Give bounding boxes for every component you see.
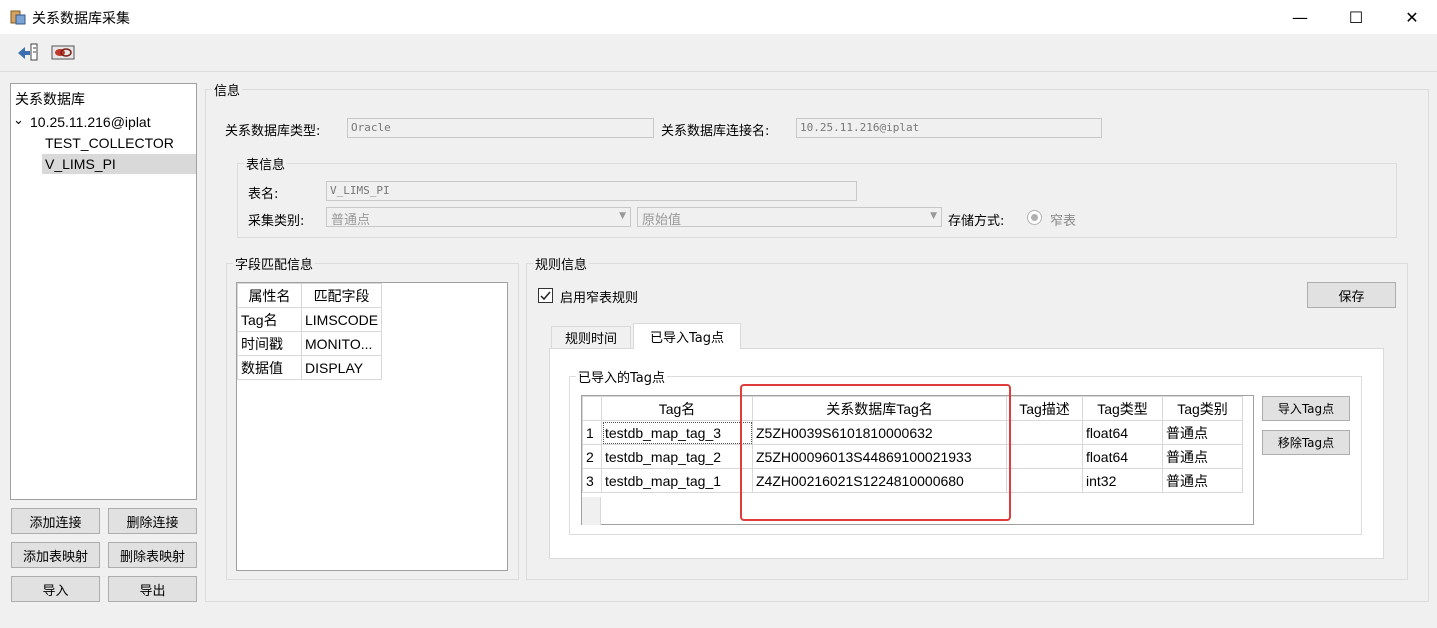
row-number: 3 [582,468,602,493]
enable-label: 启用窄表规则 [560,291,639,306]
tag-name-cell[interactable]: testdb_map_tag_1 [601,468,753,493]
minimize-button[interactable]: — [1272,0,1328,34]
table-name-field: V_LIMS_PI [326,181,857,201]
maximize-button[interactable]: ☐ [1328,0,1384,34]
tree-root[interactable]: 关系数据库 [15,89,85,109]
remove-tags-button[interactable]: 移除Tag点 [1262,430,1350,455]
field-match-table: 属性名 匹配字段 Tag名 LIMSCODE 时间戳 MONITO... 数据值… [237,283,383,380]
imported-tags-table: Tag名 关系数据库Tag名 Tag描述 Tag类型 Tag类别 1 testd… [582,396,1243,493]
table-row[interactable]: 3 testdb_map_tag_1 Z4ZH00216021S12248100… [582,468,1243,493]
storage-value: 窄表 [1050,214,1077,229]
header-tag-name[interactable]: Tag名 [601,396,753,421]
field-header-match[interactable]: 匹配字段 [300,283,383,308]
check-icon [540,291,551,301]
import-tags-button[interactable]: 导入Tag点 [1262,396,1350,421]
field-match-cell[interactable]: DISPLAY [300,355,383,380]
table-row[interactable]: 时间戳 MONITO... [237,331,383,356]
header-tag-desc[interactable]: Tag描述 [1006,396,1083,421]
new-row-marker [582,497,601,525]
collect-type-select[interactable]: 普通点 ▼ [326,207,631,228]
tab-imported-tags[interactable]: 已导入Tag点 [633,323,741,349]
imported-tags-title: 已导入的Tag点 [578,371,666,386]
add-connection-button[interactable]: 添加连接 [11,508,100,534]
storage-label: 存储方式: [948,214,1005,229]
conn-name-label: 关系数据库连接名: [661,124,770,139]
row-number: 1 [582,420,602,445]
table-name-label: 表名: [248,187,279,202]
header-tag-category[interactable]: Tag类别 [1162,396,1243,421]
header-tag-type[interactable]: Tag类型 [1082,396,1163,421]
tree-item-v-lims-pi[interactable]: V_LIMS_PI [45,156,116,172]
row-number-header [582,396,602,421]
imported-tags-table-panel: Tag名 关系数据库Tag名 Tag描述 Tag类型 Tag类别 1 testd… [581,395,1254,525]
rules-title: 规则信息 [535,258,588,273]
table-row[interactable]: 2 testdb_map_tag_2 Z5ZH00096013S44869100… [582,444,1243,469]
tag-name-cell[interactable]: testdb_map_tag_2 [601,444,753,469]
table-row[interactable]: 数据值 DISPLAY [237,355,383,380]
tag-name-cell[interactable]: testdb_map_tag_3 [601,420,753,445]
export-button[interactable]: 导出 [108,576,197,602]
tag-category-cell[interactable]: 普通点 [1162,468,1243,493]
window-title: 关系数据库采集 [32,11,130,27]
collect-type-value: 普通点 [331,213,371,228]
tag-type-cell[interactable]: int32 [1082,468,1163,493]
value-type-select[interactable]: 原始值 ▼ [637,207,942,228]
delete-connection-button[interactable]: 删除连接 [108,508,197,534]
connect-icon[interactable] [50,41,76,63]
enable-checkbox[interactable] [538,288,553,303]
info-group-title: 信息 [214,84,241,99]
toolbar [0,34,1437,72]
header-db-tag-name[interactable]: 关系数据库Tag名 [752,396,1007,421]
table-row[interactable]: Tag名 LIMSCODE [237,307,383,332]
tag-category-cell[interactable]: 普通点 [1162,420,1243,445]
tag-type-cell[interactable]: float64 [1082,444,1163,469]
tag-desc-cell[interactable] [1006,420,1083,445]
chevron-down-icon: ▼ [930,211,937,221]
tag-type-cell[interactable]: float64 [1082,420,1163,445]
import-button[interactable]: 导入 [11,576,100,602]
field-match-title: 字段匹配信息 [235,258,314,273]
table-info-title: 表信息 [246,158,286,173]
collect-type-label: 采集类别: [248,214,305,229]
db-tag-cell[interactable]: Z4ZH00216021S1224810000680 [752,468,1007,493]
conn-name-field: 10.25.11.216@iplat [796,118,1102,138]
chevron-down-icon[interactable]: ⌄ [13,113,24,128]
field-match-cell[interactable]: LIMSCODE [300,307,383,332]
value-type-value: 原始值 [642,213,682,228]
db-type-field: Oracle [347,118,654,138]
field-match-table-panel: 属性名 匹配字段 Tag名 LIMSCODE 时间戳 MONITO... 数据值… [236,282,508,571]
tree-item-test-collector[interactable]: TEST_COLLECTOR [45,135,174,151]
field-attr-cell[interactable]: Tag名 [237,307,302,332]
save-button[interactable]: 保存 [1307,282,1396,308]
close-button[interactable]: ✕ [1384,0,1437,34]
db-tag-cell[interactable]: Z5ZH0039S6101810000632 [752,420,1007,445]
radio-dot-icon [1031,214,1038,221]
db-type-label: 关系数据库类型: [225,124,321,139]
title-bar [0,0,1437,34]
add-table-mapping-button[interactable]: 添加表映射 [11,542,100,568]
delete-table-mapping-button[interactable]: 删除表映射 [108,542,197,568]
chevron-down-icon: ▼ [619,211,626,221]
field-attr-cell[interactable]: 时间戳 [237,331,302,356]
field-attr-cell[interactable]: 数据值 [237,355,302,380]
field-match-cell[interactable]: MONITO... [300,331,383,356]
db-tag-cell[interactable]: Z5ZH00096013S44869100021933 [752,444,1007,469]
tab-rule-time[interactable]: 规则时间 [551,326,631,348]
tag-desc-cell[interactable] [1006,444,1083,469]
field-header-attr[interactable]: 属性名 [237,283,302,308]
tag-category-cell[interactable]: 普通点 [1162,444,1243,469]
tag-desc-cell[interactable] [1006,468,1083,493]
row-number: 2 [582,444,602,469]
storage-radio[interactable] [1027,210,1042,225]
app-icon [10,9,26,25]
table-row[interactable]: 1 testdb_map_tag_3 Z5ZH0039S610181000063… [582,420,1243,445]
import-icon[interactable] [14,41,40,63]
tree-connection[interactable]: 10.25.11.216@iplat [30,114,151,130]
